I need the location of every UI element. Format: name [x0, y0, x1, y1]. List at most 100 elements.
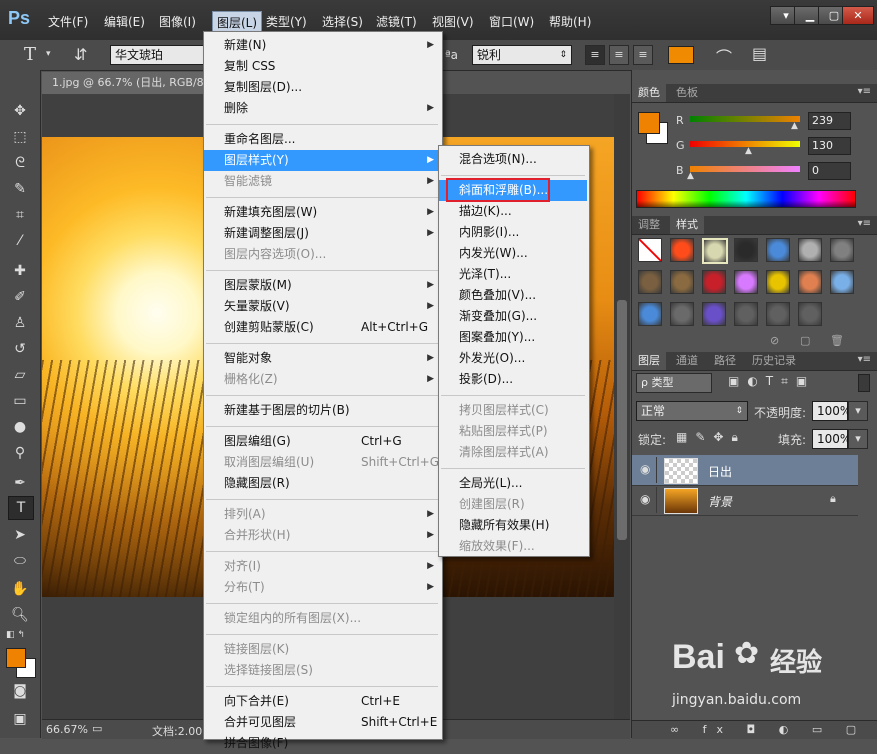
menu-item[interactable]: 隐藏所有效果(H)	[439, 515, 587, 536]
style-swatch[interactable]	[702, 270, 726, 294]
healing-brush-icon[interactable]: ✚	[8, 260, 32, 282]
channel-b-value[interactable]: 0	[808, 162, 851, 180]
tab-swatches[interactable]: 色板	[670, 84, 704, 102]
channel-r-slider[interactable]	[690, 116, 800, 122]
type-tool-icon[interactable]: T	[24, 44, 36, 65]
eraser-tool-icon[interactable]: ▱	[8, 364, 32, 386]
style-swatch[interactable]	[734, 238, 758, 262]
style-swatch[interactable]	[702, 238, 728, 264]
menu-item[interactable]: 隐藏图层(R)	[204, 473, 440, 494]
menu-item[interactable]: 编辑(E)	[104, 13, 145, 30]
menu-item[interactable]: 内发光(W)...	[439, 243, 587, 264]
menu-item[interactable]: 新建基于图层的切片(B)	[204, 400, 440, 421]
path-select-tool-icon[interactable]: ➤	[8, 524, 32, 546]
align-left-button[interactable]: ≡	[585, 45, 605, 65]
menu-item[interactable]: 类型(Y)	[266, 13, 307, 30]
style-swatch[interactable]	[798, 238, 822, 262]
menu-item[interactable]: 复制图层(D)...	[204, 77, 440, 98]
menu-item[interactable]: 光泽(T)...	[439, 264, 587, 285]
style-swatch[interactable]	[670, 270, 694, 294]
fill-field[interactable]: 100%	[812, 429, 851, 449]
menu-item[interactable]: 窗口(W)	[489, 13, 534, 30]
style-swatch[interactable]	[798, 270, 822, 294]
channel-r-value[interactable]: 239	[808, 112, 851, 130]
menu-item[interactable]: 新建(N) ▶	[204, 35, 440, 56]
text-orientation-icon[interactable]: ⇵	[74, 45, 87, 64]
ellipse-tool-icon[interactable]: ⬭	[8, 550, 32, 572]
menu-item[interactable]: 向下合并(E) Ctrl+E	[204, 691, 440, 712]
lock-icons[interactable]: ▦✎✥🔒︎	[676, 430, 746, 445]
default-colors-icon[interactable]: ◧ ↰	[6, 630, 25, 640]
slider-handle-icon[interactable]: ▲	[687, 171, 694, 181]
layer-name[interactable]: 日出	[708, 463, 732, 480]
chevron-down-icon[interactable]: ▾	[46, 49, 51, 59]
filter-toggle[interactable]	[858, 374, 870, 392]
menu-item[interactable]: 智能对象 ▶	[204, 348, 440, 369]
layer-filter-select[interactable]: ρ 类型	[636, 373, 712, 393]
marquee-tool-icon[interactable]: ⬚	[8, 126, 32, 148]
menu-item[interactable]: 删除 ▶	[204, 98, 440, 119]
menu-item[interactable]: 矢量蒙版(V) ▶	[204, 296, 440, 317]
character-panel-icon[interactable]: ▤	[752, 44, 767, 63]
foreground-color-swatch[interactable]	[638, 112, 660, 134]
history-brush-icon[interactable]: ↺	[8, 338, 32, 360]
blend-mode-select[interactable]: 正常 ⇕	[636, 401, 748, 421]
menu-item[interactable]: 混合选项(N)...	[439, 149, 587, 170]
hand-tool-icon[interactable]: ✋	[8, 578, 32, 600]
document-tab[interactable]: 1.jpg @ 66.7% (日出, RGB/8	[42, 72, 217, 94]
menu-item[interactable]: 重命名图层...	[204, 129, 440, 150]
style-swatch[interactable]	[766, 270, 790, 294]
antialias-select[interactable]: 锐利 ⇕	[472, 45, 572, 65]
channel-b-slider[interactable]	[690, 166, 800, 172]
menu-item[interactable]: 滤镜(T)	[376, 13, 417, 30]
tab-channels[interactable]: 通道	[670, 352, 704, 370]
slider-handle-icon[interactable]: ▲	[745, 146, 752, 156]
style-swatch[interactable]	[638, 270, 662, 294]
layer-row[interactable]: ◉ 背景 🔒︎	[632, 485, 858, 516]
style-swatch[interactable]	[734, 270, 758, 294]
menu-item[interactable]: 图层编组(G) Ctrl+G	[204, 431, 440, 452]
style-swatch[interactable]	[798, 302, 822, 326]
clear-style-icon[interactable]: ⊘	[770, 334, 779, 347]
menu-item[interactable]: 新建调整图层(J) ▶	[204, 223, 440, 244]
opacity-field[interactable]: 100%	[812, 401, 851, 421]
slider-handle-icon[interactable]: ▲	[791, 121, 798, 131]
layer-row[interactable]: ◉ 日出	[632, 455, 858, 486]
text-color-swatch[interactable]	[668, 46, 694, 64]
color-spectrum-bar[interactable]	[636, 190, 856, 208]
new-style-icon[interactable]: ▢	[800, 334, 810, 347]
menu-item[interactable]: 外发光(O)...	[439, 348, 587, 369]
fill-dropdown-icon[interactable]: ▾	[848, 429, 868, 449]
stamp-tool-icon[interactable]: ♙	[8, 312, 32, 334]
panel-menu-icon[interactable]: ▾≡	[858, 354, 871, 365]
style-swatch[interactable]	[830, 270, 854, 294]
style-swatch[interactable]	[830, 238, 854, 262]
style-swatch[interactable]	[638, 302, 662, 326]
panel-menu-icon[interactable]: ▾≡	[858, 218, 871, 229]
foreground-color-swatch[interactable]	[6, 648, 26, 668]
menu-item[interactable]: 图层蒙版(M) ▶	[204, 275, 440, 296]
move-tool-icon[interactable]: ✥	[8, 100, 32, 122]
menu-item[interactable]: 拼合图像(F)	[204, 733, 440, 754]
style-swatch[interactable]	[766, 302, 790, 326]
style-swatch[interactable]	[702, 302, 726, 326]
menu-item[interactable]: 描边(K)...	[439, 201, 587, 222]
blur-tool-icon[interactable]: ●	[8, 416, 32, 438]
channel-g-value[interactable]: 130	[808, 137, 851, 155]
align-right-button[interactable]: ≡	[633, 45, 653, 65]
eye-icon[interactable]: ◉	[640, 492, 650, 506]
gradient-tool-icon[interactable]: ▭	[8, 390, 32, 412]
font-family-field[interactable]: 华文琥珀	[110, 45, 212, 65]
style-swatch[interactable]	[734, 302, 758, 326]
scrollbar-thumb[interactable]	[617, 300, 627, 540]
layer-filter-icons[interactable]: ▣◐T⌗▣	[728, 374, 815, 389]
tab-layers[interactable]: 图层	[632, 352, 666, 370]
pen-tool-icon[interactable]: ✒	[8, 472, 32, 494]
brush-tool-icon[interactable]: ✐	[8, 286, 32, 308]
style-swatch[interactable]	[670, 238, 694, 262]
style-swatch[interactable]	[670, 302, 694, 326]
menu-item[interactable]: 投影(D)...	[439, 369, 587, 390]
menu-item[interactable]: 视图(V)	[432, 13, 474, 30]
menu-item[interactable]: 创建剪贴蒙版(C) Alt+Ctrl+G	[204, 317, 440, 338]
lasso-tool-icon[interactable]: ᘓ	[8, 152, 32, 174]
